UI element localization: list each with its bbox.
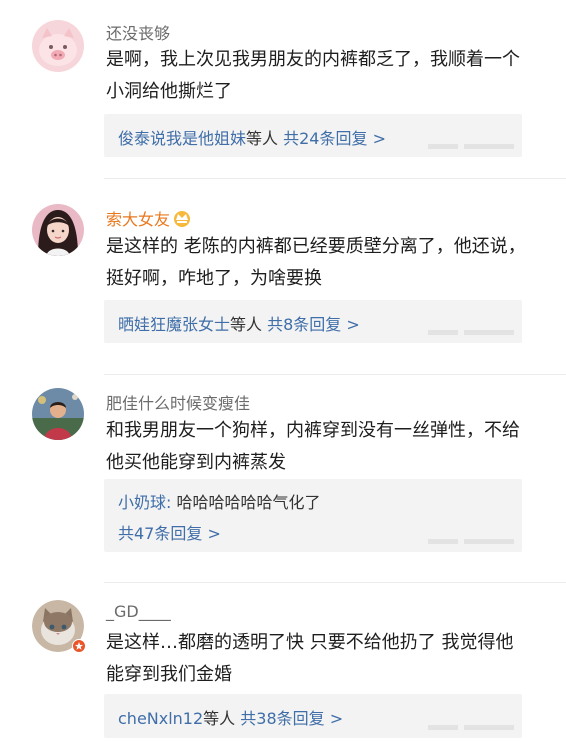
comment-text: 是这样…都磨的透明了快 只要不给他扔了 我觉得他能穿到我们金婚 — [106, 632, 514, 685]
reply-suffix: 等人 — [230, 315, 263, 334]
reply-count-link[interactable]: 共24条回复 > — [283, 129, 386, 148]
reply-author[interactable]: 小奶球: — [118, 493, 171, 512]
divider — [104, 374, 566, 375]
avatar[interactable] — [32, 20, 84, 72]
comment-item: 肥佳什么时候变瘦佳 和我男朋友一个狗样，内裤穿到没有一丝弹性，不给他买他能穿到内… — [0, 376, 566, 576]
watermark-icon — [428, 330, 514, 335]
comment-text: 是这样的 老陈的内裤都已经要质壁分离了，他还说，挺好啊，咋地了，为啥要换 — [106, 236, 526, 289]
reply-preview: 小奶球: 哈哈哈哈哈哈气化了 — [118, 489, 321, 513]
reply-count-line: 共47条回复 > — [118, 520, 221, 544]
username[interactable]: 还没丧够 — [106, 20, 170, 44]
watermark-icon — [428, 144, 514, 149]
comment-item: 索大女友 是这样的 老陈的内裤都已经要质壁分离了，他还说，挺好啊，咋地了，为啥要… — [0, 180, 566, 360]
avatar[interactable] — [32, 204, 84, 256]
verified-badge-icon — [72, 639, 86, 653]
divider — [104, 178, 566, 179]
reply-suffix: 等人 — [203, 709, 236, 728]
crown-badge-icon — [172, 209, 192, 231]
reply-count-link[interactable]: 共8条回复 > — [267, 315, 360, 334]
avatar[interactable] — [32, 600, 86, 653]
person-photo-avatar-icon — [32, 388, 84, 440]
divider — [104, 582, 566, 583]
reply-count-link[interactable]: 共47条回复 > — [118, 524, 221, 543]
reply-summary[interactable]: 小奶球: 哈哈哈哈哈哈气化了 共47条回复 > — [104, 479, 522, 552]
comment-item: _GD____ 是这样…都磨的透明了快 只要不给他扔了 我觉得他能穿到我们金婚 … — [0, 584, 566, 741]
watermark-icon — [428, 539, 514, 544]
girl-avatar-icon — [32, 204, 84, 256]
reply-count-link[interactable]: 共38条回复 > — [240, 709, 343, 728]
comment-item: 还没丧够 是啊，我上次见我男朋友的内裤都乏了，我顺着一个小洞给他撕烂了 俊泰说我… — [0, 0, 566, 175]
reply-suffix: 等人 — [246, 129, 279, 148]
pig-avatar-icon — [32, 20, 84, 72]
reply-summary[interactable]: 晒娃狂魔张女士等人 共8条回复 > — [104, 300, 522, 343]
avatar[interactable] — [32, 388, 84, 440]
username[interactable]: _GD____ — [106, 602, 171, 621]
reply-summary-line: 俊泰说我是他姐妹等人 共24条回复 > — [118, 125, 386, 149]
username[interactable]: 肥佳什么时候变瘦佳 — [106, 390, 250, 414]
reply-user-names[interactable]: 俊泰说我是他姐妹 — [118, 129, 246, 148]
reply-user-names[interactable]: cheNxln12 — [118, 709, 203, 728]
username-text: 索大女友 — [106, 210, 171, 229]
reply-content: 哈哈哈哈哈哈气化了 — [171, 493, 321, 512]
watermark-icon — [428, 725, 514, 730]
comment-text: 和我男朋友一个狗样，内裤穿到没有一丝弹性，不给他买他能穿到内裤蒸发 — [106, 420, 520, 473]
reply-summary-line: 晒娃狂魔张女士等人 共8条回复 > — [118, 311, 360, 335]
reply-user-names[interactable]: 晒娃狂魔张女士 — [118, 315, 230, 334]
reply-summary-line: cheNxln12等人 共38条回复 > — [118, 705, 343, 729]
reply-summary[interactable]: cheNxln12等人 共38条回复 > — [104, 694, 522, 738]
comment-text: 是啊，我上次见我男朋友的内裤都乏了，我顺着一个小洞给他撕烂了 — [106, 49, 520, 102]
username[interactable]: 索大女友 — [106, 206, 192, 231]
reply-summary[interactable]: 俊泰说我是他姐妹等人 共24条回复 > — [104, 114, 522, 157]
